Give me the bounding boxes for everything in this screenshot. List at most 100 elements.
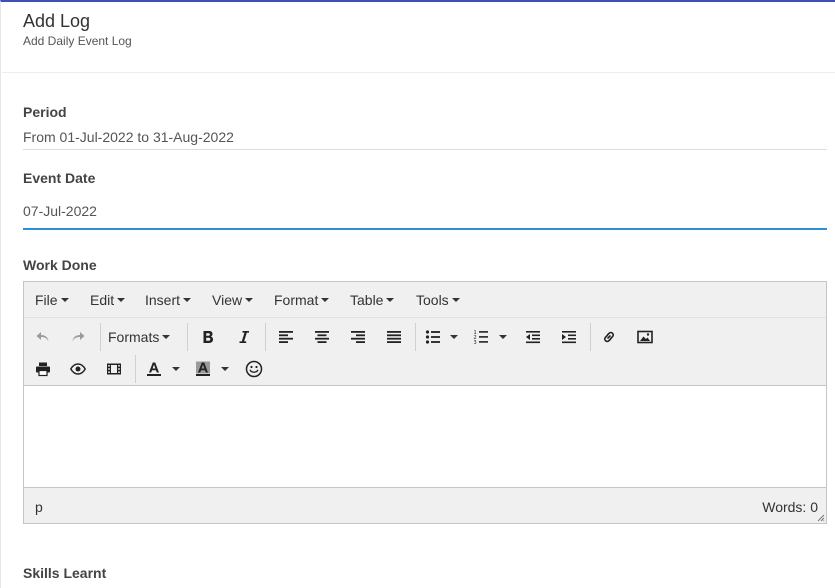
menu-tools[interactable]: Tools (416, 292, 460, 308)
toolbar-separator (187, 323, 188, 351)
emoticons-button[interactable] (241, 356, 267, 382)
menu-format[interactable]: Format (274, 292, 330, 308)
preview-button[interactable] (65, 356, 91, 382)
emoticons-icon (245, 360, 263, 378)
text-color-icon (147, 362, 161, 376)
svg-text:3: 3 (474, 340, 477, 345)
menu-view[interactable]: View (212, 292, 254, 308)
event-date-underline (23, 228, 827, 230)
preview-icon (70, 363, 86, 375)
link-button[interactable] (596, 324, 622, 350)
numbered-list-button[interactable]: 123 (468, 324, 494, 350)
bullet-list-dropdown[interactable] (448, 324, 460, 350)
menu-edit-label: Edit (90, 292, 115, 308)
align-left-button[interactable] (273, 324, 299, 350)
period-underline (23, 149, 827, 150)
caret-down-icon (386, 298, 395, 303)
bold-button[interactable] (195, 324, 221, 350)
caret-down-icon (221, 367, 229, 371)
align-justify-icon (387, 331, 401, 343)
menu-table-label: Table (350, 292, 384, 308)
media-icon (107, 363, 121, 375)
link-icon (604, 331, 614, 343)
toolbar-separator (135, 355, 136, 383)
align-center-icon (315, 331, 329, 343)
media-button[interactable] (101, 356, 127, 382)
caret-down-icon (451, 298, 460, 303)
outdent-button[interactable] (520, 324, 546, 350)
bullet-list-icon (425, 330, 440, 344)
menu-file[interactable]: File (35, 292, 69, 308)
editor-toolbar: Formats 1 2 3 (24, 318, 826, 386)
toolbar-separator (415, 323, 416, 351)
resize-handle-icon[interactable] (817, 514, 825, 522)
align-justify-button[interactable] (381, 324, 407, 350)
indent-button[interactable] (556, 324, 582, 350)
background-color-button[interactable] (190, 356, 216, 382)
caret-down-icon (183, 298, 192, 303)
menu-view-label: View (212, 292, 243, 308)
align-center-button[interactable] (309, 324, 335, 350)
page: Add Log Add Daily Event Log Period From … (0, 0, 835, 588)
formats-label: Formats (108, 329, 160, 345)
menu-format-label: Format (274, 292, 319, 308)
text-color-button[interactable] (141, 356, 167, 382)
undo-icon (36, 332, 49, 342)
background-color-dropdown[interactable] (219, 356, 231, 382)
indent-icon (562, 331, 576, 344)
align-right-icon (351, 331, 365, 343)
element-path[interactable]: p (35, 499, 43, 515)
align-left-icon (279, 331, 293, 343)
print-icon (36, 362, 50, 377)
rich-text-editor: File Edit Insert View Format Table Tools… (23, 281, 827, 524)
image-button[interactable] (632, 324, 658, 350)
image-icon (637, 330, 653, 344)
bullet-list-button[interactable] (420, 324, 446, 350)
print-button[interactable] (30, 356, 56, 382)
caret-down-icon (162, 335, 171, 340)
menu-file-label: File (35, 292, 58, 308)
page-subtitle: Add Daily Event Log (23, 34, 132, 48)
formats-dropdown[interactable]: Formats (108, 324, 171, 350)
event-date-label: Event Date (23, 170, 96, 186)
page-header: Add Log Add Daily Event Log (23, 10, 132, 48)
menu-table[interactable]: Table (350, 292, 395, 308)
page-title: Add Log (23, 11, 91, 31)
toolbar-separator (265, 323, 266, 351)
menu-insert[interactable]: Insert (145, 292, 192, 308)
menu-edit[interactable]: Edit (90, 292, 126, 308)
caret-down-icon (321, 298, 330, 303)
italic-icon (239, 331, 249, 343)
editor-statusbar: p Words: 0 (24, 487, 826, 523)
caret-down-icon (499, 335, 507, 339)
menu-insert-label: Insert (145, 292, 181, 308)
caret-down-icon (117, 298, 126, 303)
outdent-icon (526, 331, 540, 344)
caret-down-icon (172, 367, 180, 371)
editor-content-area[interactable] (24, 387, 826, 487)
numbered-list-dropdown[interactable] (497, 324, 509, 350)
toolbar-separator (590, 323, 591, 351)
menu-tools-label: Tools (416, 292, 449, 308)
event-date-input[interactable]: 07-Jul-2022 (23, 203, 97, 219)
period-value: From 01-Jul-2022 to 31-Aug-2022 (23, 129, 234, 145)
redo-icon (72, 332, 85, 342)
work-done-label: Work Done (23, 257, 97, 273)
skills-learnt-label: Skills Learnt (23, 565, 107, 581)
editor-menubar: File Edit Insert View Format Table Tools (24, 282, 826, 318)
caret-down-icon (60, 298, 69, 303)
align-right-button[interactable] (345, 324, 371, 350)
word-count: Words: 0 (762, 499, 818, 515)
period-label: Period (23, 104, 67, 120)
caret-down-icon (245, 298, 254, 303)
bold-icon (203, 331, 213, 343)
header-divider (2, 72, 835, 73)
italic-button[interactable] (231, 324, 257, 350)
text-color-dropdown[interactable] (170, 356, 182, 382)
undo-button[interactable] (30, 324, 56, 350)
background-color-icon (196, 361, 210, 376)
redo-button[interactable] (65, 324, 91, 350)
numbered-list-icon: 123 (474, 330, 488, 345)
toolbar-separator (100, 323, 101, 351)
caret-down-icon (450, 335, 458, 339)
